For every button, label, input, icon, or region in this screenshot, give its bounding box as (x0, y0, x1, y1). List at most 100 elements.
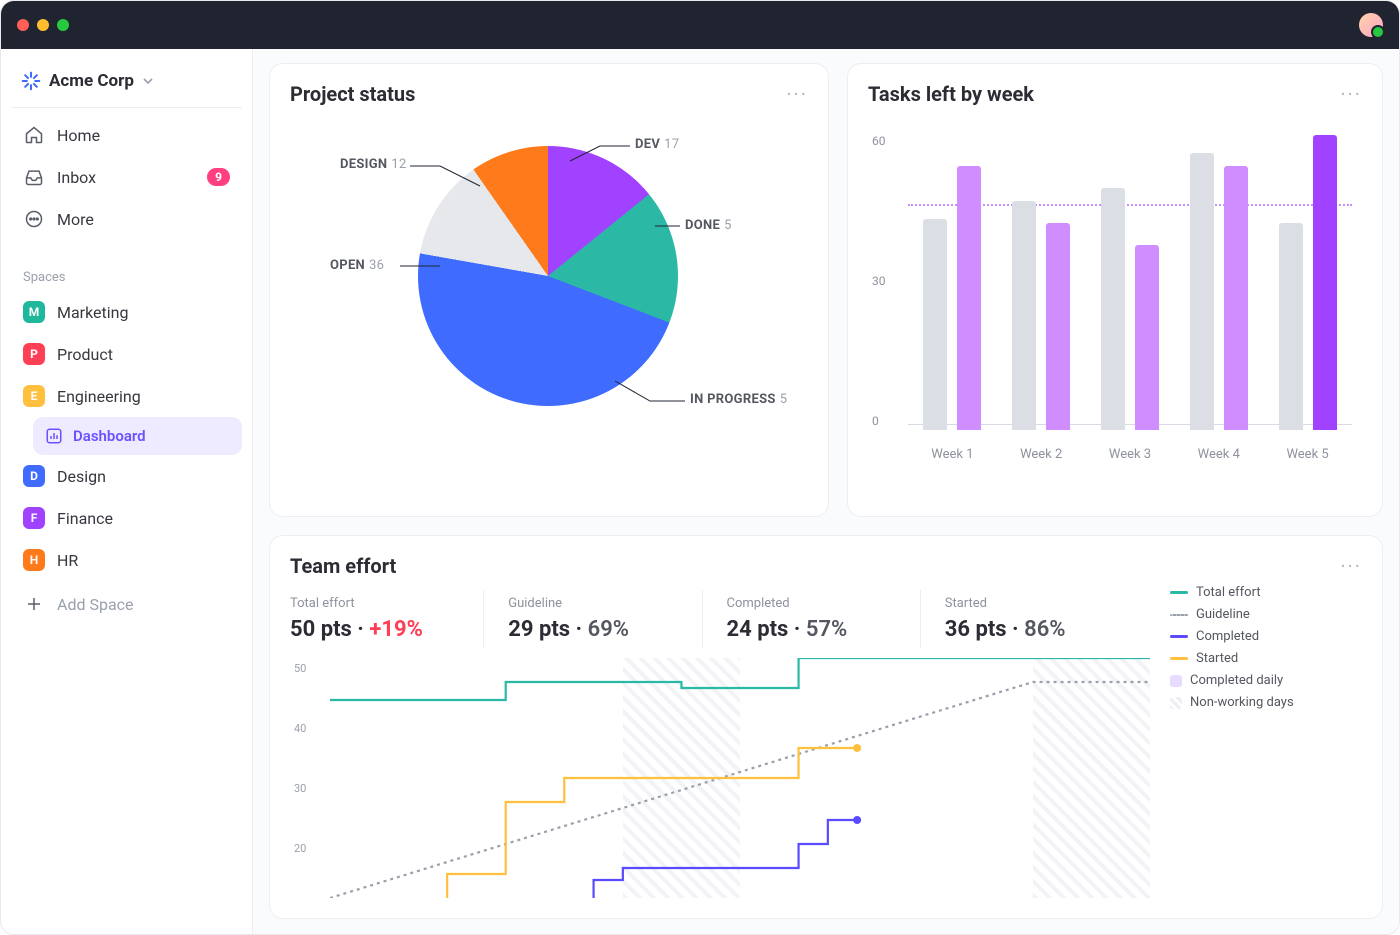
series-completed (594, 820, 858, 898)
bar (1190, 153, 1214, 430)
metric-started: Started 36 pts · 86% (945, 590, 1138, 648)
space-label: HR (57, 551, 78, 570)
plus-icon (23, 593, 45, 615)
bar-chart: 60 30 0 Week 1 Week 2 Week 3 Week 4 Week 5 (868, 106, 1362, 476)
workspace-logo-icon (21, 71, 41, 91)
x-category: Week 3 (1109, 447, 1151, 462)
inbox-badge: 9 (207, 168, 230, 186)
dashboard-icon (45, 427, 63, 445)
nav-inbox[interactable]: Inbox 9 (11, 156, 242, 198)
legend-total: Total effort (1170, 585, 1362, 600)
bar (1046, 223, 1070, 430)
space-child-dashboard[interactable]: Dashboard (33, 417, 242, 455)
bar (1135, 245, 1159, 430)
legend-started: Started (1170, 651, 1362, 666)
space-label: Marketing (57, 303, 128, 322)
space-badge-icon: E (23, 385, 45, 407)
app-window: Acme Corp Home Inbox 9 More Spaces (0, 0, 1400, 935)
pie-label-done: DONE5 (685, 218, 732, 233)
maximize-window-icon[interactable] (57, 19, 69, 31)
y-tick: 30 (872, 274, 886, 288)
space-badge-icon: H (23, 549, 45, 571)
pie-label-open: OPEN36 (330, 258, 384, 273)
bar-group (1190, 153, 1248, 430)
legend-completed: Completed (1170, 629, 1362, 644)
card-title: Tasks left by week (868, 82, 1034, 106)
series-end-marker (853, 744, 861, 752)
series-total-effort (330, 658, 1150, 700)
line-chart-svg (330, 658, 1150, 898)
add-space-label: Add Space (57, 595, 134, 614)
space-badge-icon: M (23, 301, 45, 323)
y-tick: 60 (872, 134, 886, 148)
bar (1279, 223, 1303, 430)
pie-label-dev: DEV17 (635, 137, 679, 152)
pie-label-inprogress: IN PROGRESS5 (690, 392, 787, 407)
card-title: Team effort (290, 554, 396, 578)
space-label: Product (57, 345, 113, 364)
window-controls (17, 19, 69, 31)
card-title: Project status (290, 82, 415, 106)
bar-group (923, 166, 981, 430)
bar-group (1101, 188, 1159, 430)
chevron-down-icon (142, 75, 154, 87)
card-menu-button[interactable]: ··· (1340, 554, 1362, 578)
x-category: Week 1 (931, 447, 973, 462)
titlebar (1, 1, 1399, 49)
metric-completed: Completed 24 pts · 57% (727, 590, 921, 648)
bar-group (1279, 135, 1337, 430)
nav-more[interactable]: More (11, 198, 242, 240)
space-child-label: Dashboard (73, 427, 146, 445)
user-avatar[interactable] (1359, 13, 1383, 37)
metric-guideline: Guideline 29 pts · 69% (508, 590, 702, 648)
bar (1012, 201, 1036, 430)
series-started (447, 748, 857, 898)
space-finance[interactable]: FFinance (11, 497, 242, 539)
y-tick: 0 (872, 414, 879, 428)
spaces-list: M Marketing PProduct E Engineering Dashboard D… (11, 291, 242, 581)
space-engineering[interactable]: E Engineering (11, 375, 242, 417)
spaces-heading: Spaces (11, 254, 242, 291)
bar (1313, 135, 1337, 430)
minimize-window-icon[interactable] (37, 19, 49, 31)
nav-label: More (57, 210, 94, 229)
card-tasks-left: Tasks left by week ··· 60 30 0 Week 1 Wee… (847, 63, 1383, 517)
add-space-button[interactable]: Add Space (11, 581, 242, 627)
team-effort-chart: 50 40 30 20 (290, 658, 1162, 918)
card-project-status: Project status ··· DEV17 DON (269, 63, 829, 517)
bar (957, 166, 981, 430)
nav-label: Inbox (57, 168, 96, 187)
space-product[interactable]: PProduct (11, 333, 242, 375)
primary-nav: Home Inbox 9 More (11, 107, 242, 254)
pie-label-design: DESIGN12 (340, 157, 407, 172)
metric-total-effort: Total effort 50 pts · +19% (290, 590, 484, 648)
app-body: Acme Corp Home Inbox 9 More Spaces (1, 49, 1399, 934)
bar (1224, 166, 1248, 430)
legend-guideline: Guideline (1170, 607, 1362, 622)
inbox-icon (23, 166, 45, 188)
legend-completed-daily: Completed daily (1170, 673, 1362, 688)
series-guideline (330, 682, 1150, 898)
space-label: Design (57, 467, 106, 486)
nav-label: Home (57, 126, 100, 145)
space-hr[interactable]: H HR (11, 539, 242, 581)
workspace-name: Acme Corp (49, 71, 134, 91)
sidebar: Acme Corp Home Inbox 9 More Spaces (1, 49, 253, 934)
space-marketing[interactable]: M Marketing (11, 291, 242, 333)
bar (1101, 188, 1125, 430)
more-icon (23, 208, 45, 230)
card-menu-button[interactable]: ··· (786, 82, 808, 106)
card-menu-button[interactable]: ··· (1340, 82, 1362, 106)
workspace-switcher[interactable]: Acme Corp (11, 63, 242, 99)
x-category: Week 5 (1286, 447, 1328, 462)
space-design[interactable]: D Design (11, 455, 242, 497)
close-window-icon[interactable] (17, 19, 29, 31)
main-content: Project status ··· DEV17 DON (253, 49, 1399, 934)
x-category: Week 4 (1198, 447, 1240, 462)
space-label: Finance (57, 509, 113, 528)
nav-home[interactable]: Home (11, 114, 242, 156)
x-category: Week 2 (1020, 447, 1062, 462)
bar-group (1012, 201, 1070, 430)
space-badge-icon: D (23, 465, 45, 487)
space-label: Engineering (57, 387, 141, 406)
